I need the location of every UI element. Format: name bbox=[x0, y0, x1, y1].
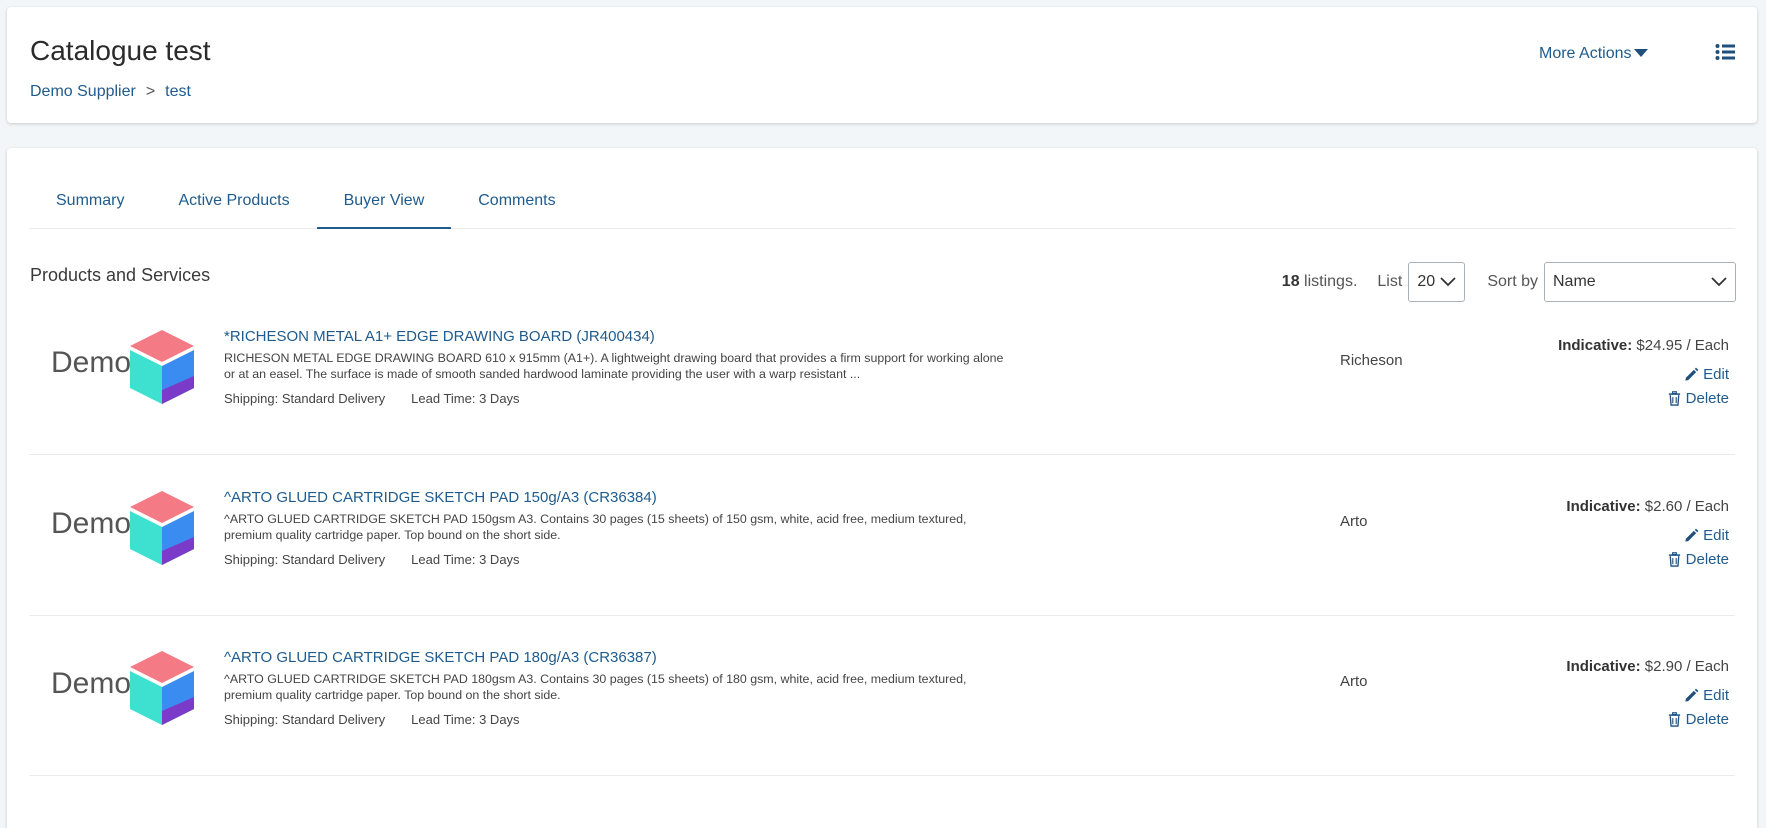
product-price: Indicative: $24.95 / Each bbox=[1558, 337, 1729, 354]
product-meta: Shipping: Standard Delivery Lead Time: 3… bbox=[224, 552, 520, 567]
product-logo: Demo bbox=[51, 651, 201, 725]
tab-comments[interactable]: Comments bbox=[451, 188, 582, 229]
more-actions-label: More Actions bbox=[1539, 45, 1632, 62]
page-title: Catalogue test bbox=[30, 35, 211, 66]
list-view-icon[interactable] bbox=[1715, 43, 1735, 61]
price-value: $2.60 / Each bbox=[1644, 498, 1729, 515]
edit-label: Edit bbox=[1703, 527, 1729, 544]
price-value: $2.90 / Each bbox=[1644, 658, 1729, 675]
list-size-value: 20 bbox=[1417, 273, 1436, 290]
product-brand: Arto bbox=[1340, 673, 1368, 690]
tab-active-products[interactable]: Active Products bbox=[151, 188, 316, 229]
chevron-down-icon bbox=[1440, 277, 1456, 287]
product-logo: Demo bbox=[51, 330, 201, 404]
header-card: Catalogue test Demo Supplier > test More… bbox=[7, 7, 1757, 123]
delete-label: Delete bbox=[1685, 551, 1729, 568]
pencil-icon bbox=[1685, 688, 1699, 702]
lead-time-info: Lead Time: 3 Days bbox=[411, 552, 520, 567]
cube-logo-icon bbox=[130, 651, 194, 725]
edit-label: Edit bbox=[1703, 366, 1729, 383]
product-brand: Arto bbox=[1340, 513, 1368, 530]
product-title-link[interactable]: *RICHESON METAL A1+ EDGE DRAWING BOARD (… bbox=[224, 328, 655, 345]
product-title-link[interactable]: ^ARTO GLUED CARTRIDGE SKETCH PAD 180g/A3… bbox=[224, 649, 657, 666]
cube-logo-icon bbox=[130, 491, 194, 565]
product-meta: Shipping: Standard Delivery Lead Time: 3… bbox=[224, 391, 520, 406]
delete-button[interactable]: Delete bbox=[1667, 711, 1729, 728]
delete-label: Delete bbox=[1685, 390, 1729, 407]
product-actions: Edit Delete bbox=[1667, 527, 1729, 568]
price-label: Indicative: bbox=[1566, 498, 1641, 515]
product-title-link[interactable]: ^ARTO GLUED CARTRIDGE SKETCH PAD 150g/A3… bbox=[224, 489, 657, 506]
product-brand: Richeson bbox=[1340, 352, 1403, 369]
product-price: Indicative: $2.60 / Each bbox=[1566, 498, 1729, 515]
list-size-label: List bbox=[1377, 273, 1403, 290]
sort-by-label: Sort by bbox=[1487, 273, 1538, 290]
price-label: Indicative: bbox=[1566, 658, 1641, 675]
product-actions: Edit Delete bbox=[1667, 366, 1729, 407]
trash-icon bbox=[1668, 391, 1680, 406]
cube-logo-icon bbox=[130, 330, 194, 404]
logo-text: Demo bbox=[51, 507, 132, 540]
tab-buyer-view[interactable]: Buyer View bbox=[316, 188, 452, 229]
shipping-info: Shipping: Standard Delivery bbox=[224, 712, 386, 727]
shipping-info: Shipping: Standard Delivery bbox=[224, 552, 386, 567]
product-description: ^ARTO GLUED CARTRIDGE SKETCH PAD 150gsm … bbox=[224, 512, 967, 542]
product-row: Demo *RICHESON METAL A1+ EDGE DRAWING BO… bbox=[29, 294, 1735, 455]
price-label: Indicative: bbox=[1558, 337, 1633, 354]
product-logo: Demo bbox=[51, 491, 201, 565]
tab-summary[interactable]: Summary bbox=[29, 188, 151, 229]
price-value: $24.95 / Each bbox=[1636, 337, 1729, 354]
tab-bar: Summary Active Products Buyer View Comme… bbox=[29, 188, 1735, 229]
caret-down-icon bbox=[1634, 49, 1649, 57]
product-description: ^ARTO GLUED CARTRIDGE SKETCH PAD 180gsm … bbox=[224, 672, 967, 702]
logo-text: Demo bbox=[51, 667, 132, 700]
main-card: Summary Active Products Buyer View Comme… bbox=[7, 148, 1757, 828]
pencil-icon bbox=[1685, 528, 1699, 542]
section-title: Products and Services bbox=[30, 265, 211, 285]
breadcrumb-separator: > bbox=[145, 83, 156, 100]
lead-time-info: Lead Time: 3 Days bbox=[411, 712, 520, 727]
breadcrumb-catalogue-link[interactable]: test bbox=[165, 83, 191, 101]
chevron-down-icon bbox=[1711, 277, 1727, 287]
product-row: Demo ^ARTO GLUED CARTRIDGE SKETCH PAD 15… bbox=[29, 455, 1735, 616]
shipping-info: Shipping: Standard Delivery bbox=[224, 391, 386, 406]
product-description: RICHESON METAL EDGE DRAWING BOARD 610 x … bbox=[224, 351, 1004, 381]
product-price: Indicative: $2.90 / Each bbox=[1566, 658, 1729, 675]
trash-icon bbox=[1668, 552, 1680, 567]
edit-label: Edit bbox=[1703, 687, 1729, 704]
trash-icon bbox=[1668, 712, 1680, 727]
product-actions: Edit Delete bbox=[1667, 687, 1729, 728]
lead-time-info: Lead Time: 3 Days bbox=[411, 391, 520, 406]
logo-text: Demo bbox=[51, 346, 132, 379]
more-actions-button[interactable]: More Actions bbox=[1539, 45, 1649, 63]
listing-count-number: 18 bbox=[1281, 273, 1300, 290]
breadcrumb: Demo Supplier > test bbox=[30, 83, 191, 101]
product-meta: Shipping: Standard Delivery Lead Time: 3… bbox=[224, 712, 520, 727]
delete-button[interactable]: Delete bbox=[1667, 390, 1729, 407]
edit-button[interactable]: Edit bbox=[1684, 687, 1729, 704]
sort-by-value: Name bbox=[1553, 273, 1596, 290]
product-row: Demo ^ARTO GLUED CARTRIDGE SKETCH PAD 18… bbox=[29, 615, 1735, 776]
edit-button[interactable]: Edit bbox=[1684, 366, 1729, 383]
listing-count-suffix: listings. bbox=[1304, 273, 1358, 290]
edit-button[interactable]: Edit bbox=[1684, 527, 1729, 544]
delete-label: Delete bbox=[1685, 711, 1729, 728]
pencil-icon bbox=[1685, 367, 1699, 381]
breadcrumb-supplier-link[interactable]: Demo Supplier bbox=[30, 83, 136, 101]
listing-count: 18 listings. bbox=[1282, 273, 1358, 291]
delete-button[interactable]: Delete bbox=[1667, 551, 1729, 568]
